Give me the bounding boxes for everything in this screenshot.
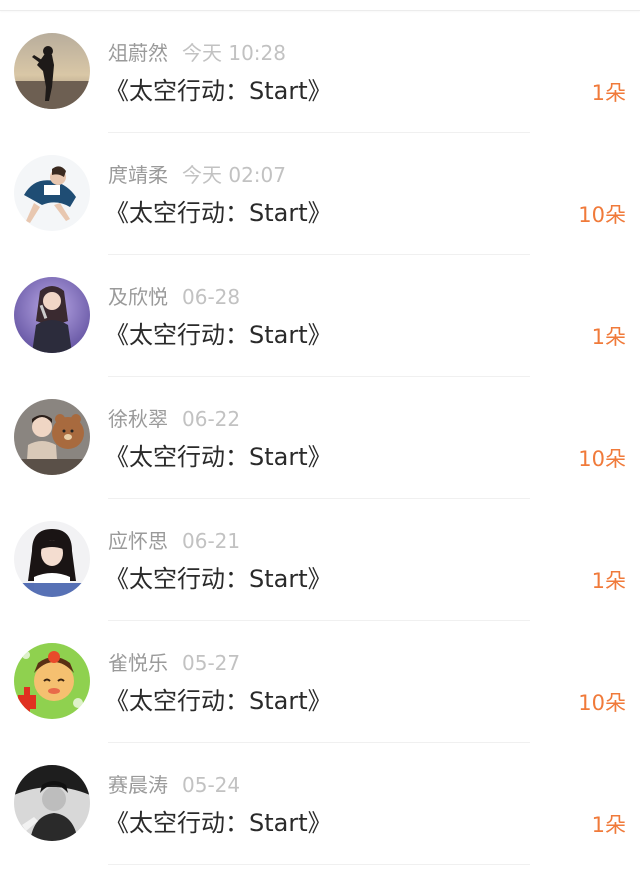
user-name[interactable]: 赛晨涛 xyxy=(108,773,168,797)
timestamp: 06-28 xyxy=(182,285,241,309)
list-item[interactable]: 徐秋翠 06-22 《太空行动：Start》 10朵 xyxy=(0,377,640,499)
top-divider xyxy=(0,0,640,11)
flower-amount: 10朵 xyxy=(578,203,626,227)
work-title[interactable]: 《太空行动：Start》 xyxy=(105,319,332,351)
item-meta: 俎蔚然 今天 10:28 xyxy=(108,40,286,66)
row-divider xyxy=(108,864,530,865)
girl-portrait-avatar[interactable] xyxy=(14,521,90,597)
cartoon-avatar[interactable] xyxy=(14,643,90,719)
work-title[interactable]: 《太空行动：Start》 xyxy=(105,441,332,473)
user-name[interactable]: 徐秋翠 xyxy=(108,407,168,431)
list-item[interactable]: 俎蔚然 今天 10:28 《太空行动：Start》 1朵 xyxy=(0,11,640,133)
list-item[interactable]: 及欣悦 06-28 《太空行动：Start》 1朵 xyxy=(0,255,640,377)
bw-person-avatar[interactable] xyxy=(14,765,90,841)
timestamp: 05-24 xyxy=(182,773,241,797)
user-name[interactable]: 俎蔚然 xyxy=(108,41,168,65)
user-name[interactable]: 及欣悦 xyxy=(108,285,168,309)
list-item[interactable]: 赛晨涛 05-24 《太空行动：Start》 1朵 xyxy=(0,743,640,865)
list-item[interactable]: 庹靖柔 今天 02:07 《太空行动：Start》 10朵 xyxy=(0,133,640,255)
singer-avatar[interactable] xyxy=(14,277,90,353)
item-meta: 庹靖柔 今天 02:07 xyxy=(108,162,286,188)
flower-amount: 1朵 xyxy=(591,325,626,349)
item-meta: 应怀思 06-21 xyxy=(108,528,240,554)
flower-amount: 10朵 xyxy=(578,447,626,471)
work-title[interactable]: 《太空行动：Start》 xyxy=(105,197,332,229)
flower-amount: 10朵 xyxy=(578,691,626,715)
flower-amount: 1朵 xyxy=(591,81,626,105)
gift-record-list: 俎蔚然 今天 10:28 《太空行动：Start》 1朵 庹靖柔 今天 02:07 … xyxy=(0,11,640,865)
timestamp: 今天 02:07 xyxy=(182,163,286,187)
user-name[interactable]: 应怀思 xyxy=(108,529,168,553)
work-title[interactable]: 《太空行动：Start》 xyxy=(105,563,332,595)
flower-amount: 1朵 xyxy=(591,813,626,837)
work-title[interactable]: 《太空行动：Start》 xyxy=(105,75,332,107)
list-item[interactable]: 雀悦乐 05-27 《太空行动：Start》 10朵 xyxy=(0,621,640,743)
work-title[interactable]: 《太空行动：Start》 xyxy=(105,807,332,839)
timestamp: 今天 10:28 xyxy=(182,41,286,65)
item-meta: 及欣悦 06-28 xyxy=(108,284,240,310)
flower-amount: 1朵 xyxy=(591,569,626,593)
list-item[interactable]: 应怀思 06-21 《太空行动：Start》 1朵 xyxy=(0,499,640,621)
timestamp: 06-22 xyxy=(182,407,241,431)
person-sitting-avatar[interactable] xyxy=(14,155,90,231)
user-name[interactable]: 庹靖柔 xyxy=(108,163,168,187)
work-title[interactable]: 《太空行动：Start》 xyxy=(105,685,332,717)
item-meta: 赛晨涛 05-24 xyxy=(108,772,240,798)
timestamp: 06-21 xyxy=(182,529,241,553)
item-meta: 雀悦乐 05-27 xyxy=(108,650,240,676)
person-silhouette-avatar[interactable] xyxy=(14,33,90,109)
item-meta: 徐秋翠 06-22 xyxy=(108,406,240,432)
timestamp: 05-27 xyxy=(182,651,241,675)
girl-with-bear-avatar[interactable] xyxy=(14,399,90,475)
user-name[interactable]: 雀悦乐 xyxy=(108,651,168,675)
